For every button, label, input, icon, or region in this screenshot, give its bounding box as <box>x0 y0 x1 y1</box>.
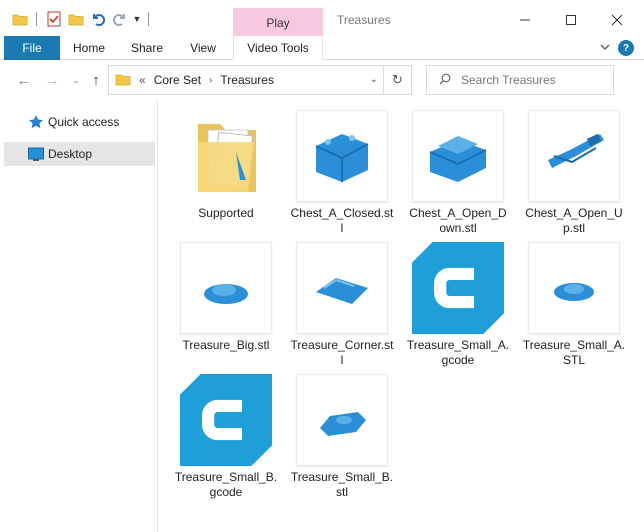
tab-view[interactable]: View <box>180 36 226 60</box>
sidebar-item-quick-access[interactable]: Quick access <box>4 110 155 134</box>
file-item[interactable]: Treasure_Small_B.stl <box>288 374 396 504</box>
stl-thumbnail <box>528 110 620 202</box>
properties-icon[interactable] <box>44 10 64 28</box>
refresh-button[interactable]: ↻ <box>383 66 411 94</box>
address-bar[interactable]: « Core Set › Treasures ⌄ ↻ <box>108 65 412 95</box>
search-input[interactable]: Search Treasures <box>461 73 556 87</box>
separator <box>36 12 37 26</box>
file-list: Supported Chest_A_Closed.stl Chest_A_Ope… <box>158 100 634 532</box>
file-item[interactable]: Treasure_Small_B.gcode <box>172 374 280 504</box>
tab-share[interactable]: Share <box>122 36 172 60</box>
overflow-chevron-icon[interactable]: « <box>139 73 146 87</box>
undo-icon[interactable] <box>88 10 108 28</box>
separator <box>148 12 149 26</box>
ribbon: File Home Share View Video Tools ? <box>0 36 644 60</box>
maximize-button[interactable] <box>548 5 594 35</box>
file-name: Supported <box>198 206 254 220</box>
search-box[interactable]: Search Treasures <box>426 65 614 95</box>
stl-thumbnail <box>528 242 620 334</box>
sidebar-item-desktop[interactable]: Desktop <box>4 142 155 166</box>
customize-toolbar-icon[interactable]: ▼ <box>131 10 143 28</box>
title-bar: ▼ Play Treasures <box>0 0 644 38</box>
tab-home[interactable]: Home <box>64 36 114 60</box>
folder-icon[interactable] <box>10 10 30 28</box>
file-item[interactable]: Treasure_Small_A.gcode <box>404 242 512 372</box>
breadcrumb-treasures[interactable]: Treasures <box>220 73 274 87</box>
tab-video-tools[interactable]: Video Tools <box>233 36 323 60</box>
address-dropdown-icon[interactable]: ⌄ <box>370 74 378 85</box>
redo-icon[interactable] <box>110 10 130 28</box>
file-name: Treasure_Small_A.STL <box>522 338 626 367</box>
forward-button[interactable]: → <box>42 70 62 90</box>
file-name: Chest_A_Closed.stl <box>290 206 394 235</box>
file-name: Treasure_Small_A.gcode <box>406 338 510 367</box>
navigation-pane: Quick access Desktop <box>0 100 158 532</box>
file-name: Treasure_Big.stl <box>182 338 270 352</box>
file-name: Chest_A_Open_Up.stl <box>525 206 623 235</box>
chevron-right-icon[interactable]: › <box>209 75 212 86</box>
tab-file[interactable]: File <box>4 36 60 60</box>
expand-ribbon-icon[interactable] <box>598 40 612 54</box>
file-item[interactable]: Chest_A_Open_Down.stl <box>404 110 512 240</box>
file-item[interactable]: Treasure_Corner.stl <box>288 242 396 372</box>
stl-thumbnail <box>296 374 388 466</box>
file-name: Treasure_Small_B.gcode <box>174 470 278 499</box>
stl-thumbnail <box>180 242 272 334</box>
folder-thumbnail <box>180 110 272 202</box>
file-item[interactable]: Chest_A_Open_Up.stl <box>520 110 628 240</box>
breadcrumb-core-set[interactable]: Core Set <box>154 73 201 87</box>
play-context-header: Play <box>233 8 323 38</box>
file-item[interactable]: Treasure_Big.stl <box>172 242 280 372</box>
back-button[interactable]: ← <box>14 70 34 90</box>
file-name: Treasure_Small_B.stl <box>290 470 394 499</box>
stl-thumbnail <box>296 110 388 202</box>
scrollbar[interactable] <box>634 100 644 532</box>
cura-gcode-icon <box>412 242 504 334</box>
file-item[interactable]: Treasure_Small_A.STL <box>520 242 628 372</box>
close-button[interactable] <box>594 5 640 35</box>
desktop-icon <box>28 146 44 162</box>
up-button[interactable]: ↑ <box>86 70 106 90</box>
recent-locations-icon[interactable]: ⌄ <box>66 70 86 90</box>
star-icon <box>28 114 44 130</box>
file-name: Chest_A_Open_Down.stl <box>409 206 507 235</box>
file-item[interactable]: Supported <box>172 110 280 240</box>
window-title: Treasures <box>337 13 391 27</box>
folder-icon <box>115 72 131 89</box>
file-item[interactable]: Chest_A_Closed.stl <box>288 110 396 240</box>
file-name: Treasure_Corner.stl <box>290 338 394 367</box>
cura-gcode-icon <box>180 374 272 466</box>
new-folder-icon[interactable] <box>66 10 86 28</box>
navigation-bar: ← → ⌄ ↑ « Core Set › Treasures ⌄ ↻ Searc… <box>0 60 644 100</box>
stl-thumbnail <box>296 242 388 334</box>
help-icon[interactable]: ? <box>618 40 634 56</box>
minimize-button[interactable] <box>502 5 548 35</box>
stl-thumbnail <box>412 110 504 202</box>
search-icon <box>439 73 451 88</box>
